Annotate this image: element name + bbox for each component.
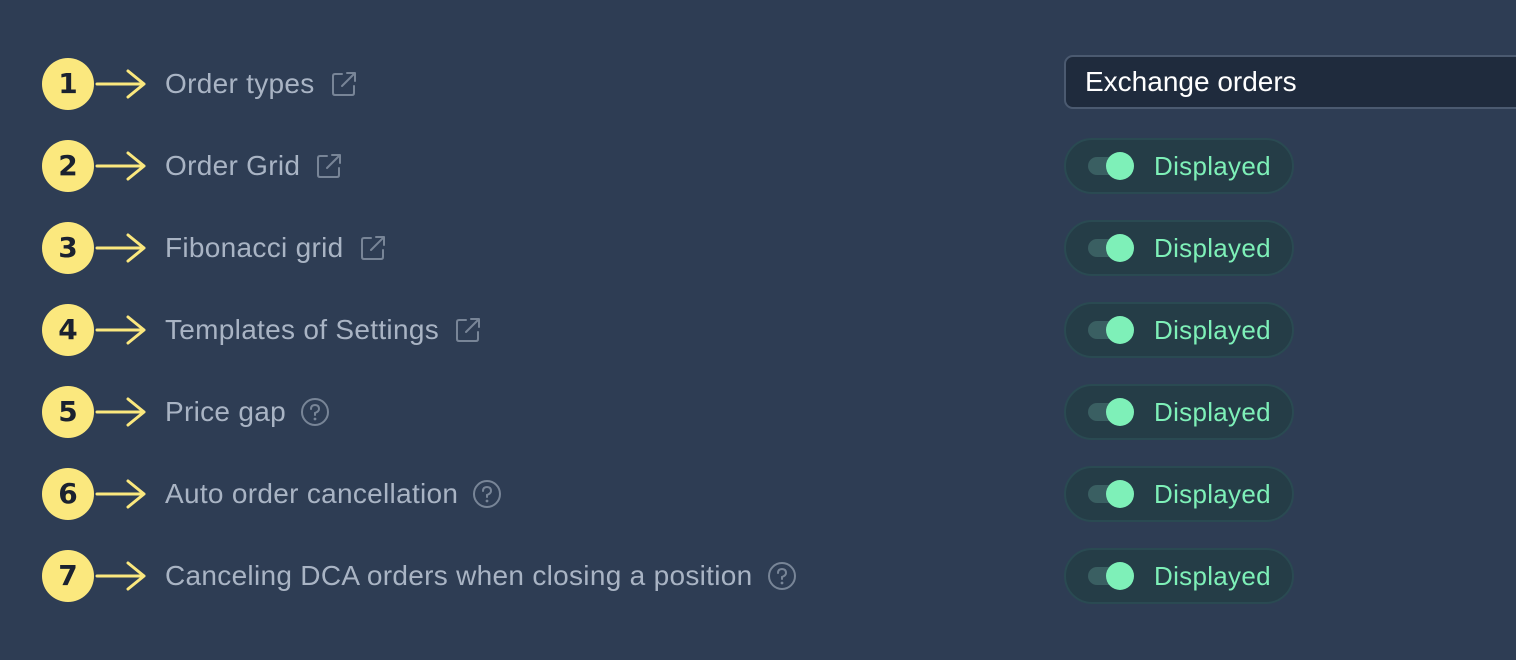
setting-label: Canceling DCA orders when closing a posi… xyxy=(165,560,753,591)
toggle-knob xyxy=(1106,562,1134,590)
step-badge: 6 xyxy=(42,468,94,520)
setting-row-fibonacci-grid: 3 Fibonacci grid Displayed xyxy=(0,216,1516,280)
arrow-right-icon xyxy=(95,69,146,99)
label-group: Canceling DCA orders when closing a posi… xyxy=(165,544,797,608)
setting-label: Auto order cancellation xyxy=(165,478,459,509)
toggle-status: Displayed xyxy=(1154,151,1271,181)
arrow-right-icon xyxy=(95,233,146,263)
step-badge: 2 xyxy=(42,140,94,192)
label-group: Auto order cancellation xyxy=(165,462,502,526)
auto-order-cancellation-toggle[interactable]: Displayed xyxy=(1064,466,1294,522)
toggle-status: Displayed xyxy=(1154,233,1271,263)
arrow-right-icon xyxy=(95,151,146,181)
toggle-knob xyxy=(1106,316,1134,344)
step-badge: 1 xyxy=(42,58,94,110)
arrow-right-icon xyxy=(95,561,146,591)
templates-toggle[interactable]: Displayed xyxy=(1064,302,1294,358)
arrow-right-icon xyxy=(95,479,146,509)
label-group: Price gap xyxy=(165,380,330,444)
setting-row-price-gap: 5 Price gap Displayed xyxy=(0,380,1516,444)
canceling-dca-orders-toggle[interactable]: Displayed xyxy=(1064,548,1294,604)
price-gap-toggle[interactable]: Displayed xyxy=(1064,384,1294,440)
arrow-right-icon xyxy=(95,397,146,427)
setting-label: Fibonacci grid xyxy=(165,232,344,263)
step-badge: 4 xyxy=(42,304,94,356)
setting-label: Templates of Settings xyxy=(165,314,439,345)
toggle-status: Displayed xyxy=(1154,479,1271,509)
toggle-status: Displayed xyxy=(1154,561,1271,591)
setting-label: Order types xyxy=(165,68,315,99)
help-circle-icon[interactable] xyxy=(767,561,797,591)
setting-label: Price gap xyxy=(165,396,286,427)
toggle-status: Displayed xyxy=(1154,315,1271,345)
help-circle-icon[interactable] xyxy=(472,479,502,509)
external-link-icon[interactable] xyxy=(314,151,344,181)
toggle-status: Displayed xyxy=(1154,397,1271,427)
setting-row-order-types: 1 Order types Exchange orders xyxy=(0,52,1516,116)
step-badge: 5 xyxy=(42,386,94,438)
setting-label: Order Grid xyxy=(165,150,301,181)
order-grid-toggle[interactable]: Displayed xyxy=(1064,138,1294,194)
label-group: Order types xyxy=(165,52,359,116)
external-link-icon[interactable] xyxy=(358,233,388,263)
label-group: Order Grid xyxy=(165,134,344,198)
order-types-select[interactable]: Exchange orders xyxy=(1064,55,1516,109)
toggle-knob xyxy=(1106,152,1134,180)
external-link-icon[interactable] xyxy=(453,315,483,345)
setting-row-order-grid: 2 Order Grid Displayed xyxy=(0,134,1516,198)
external-link-icon[interactable] xyxy=(329,69,359,99)
setting-row-templates-of-settings: 4 Templates of Settings Displayed xyxy=(0,298,1516,362)
setting-row-canceling-dca-orders: 7 Canceling DCA orders when closing a po… xyxy=(0,544,1516,608)
help-circle-icon[interactable] xyxy=(300,397,330,427)
setting-row-auto-order-cancellation: 6 Auto order cancellation Displayed xyxy=(0,462,1516,526)
toggle-knob xyxy=(1106,398,1134,426)
label-group: Fibonacci grid xyxy=(165,216,388,280)
label-group: Templates of Settings xyxy=(165,298,483,362)
step-badge: 7 xyxy=(42,550,94,602)
fibonacci-grid-toggle[interactable]: Displayed xyxy=(1064,220,1294,276)
toggle-knob xyxy=(1106,234,1134,262)
step-badge: 3 xyxy=(42,222,94,274)
arrow-right-icon xyxy=(95,315,146,345)
toggle-knob xyxy=(1106,480,1134,508)
